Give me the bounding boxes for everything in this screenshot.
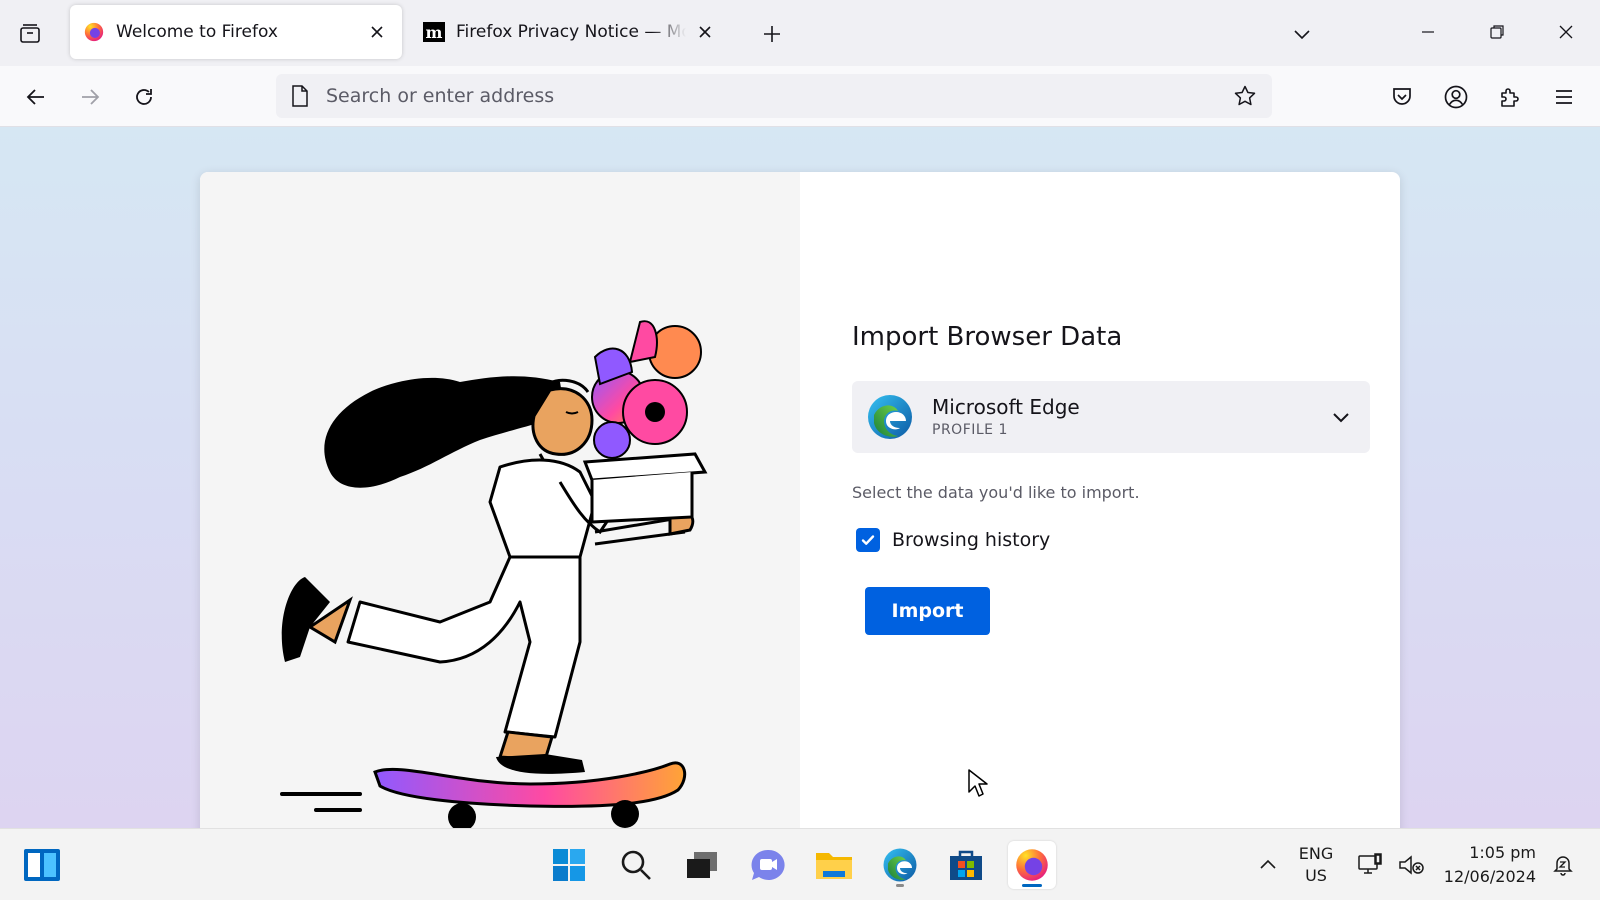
- girl-on-skateboard-illustration: [280, 320, 708, 828]
- svg-text:m: m: [426, 23, 443, 42]
- task-view-icon[interactable]: [678, 841, 726, 889]
- page-icon: [288, 84, 312, 108]
- taskbar: ENG US 1:05 pm 12/06/2024: [0, 828, 1600, 900]
- language-code: ENG: [1298, 844, 1334, 863]
- language-indicator[interactable]: ENG US: [1292, 829, 1340, 900]
- browsing-history-label: Browsing history: [892, 529, 1051, 551]
- notifications-icon[interactable]: [1546, 829, 1580, 900]
- browsing-history-checkbox[interactable]: [856, 528, 880, 552]
- browser-profile-select[interactable]: Microsoft Edge PROFILE 1: [852, 381, 1370, 453]
- restore-icon[interactable]: [1477, 14, 1517, 50]
- network-icon[interactable]: [1354, 829, 1388, 900]
- widgets-icon[interactable]: [18, 841, 66, 889]
- file-explorer-icon[interactable]: [810, 841, 858, 889]
- show-hidden-icons-chevron-up-icon[interactable]: [1252, 829, 1284, 900]
- url-bar[interactable]: [276, 74, 1272, 118]
- tab-privacy-notice[interactable]: m Firefox Privacy Notice — Mozilla: [410, 5, 730, 59]
- tab-welcome[interactable]: Welcome to Firefox: [70, 5, 402, 59]
- clock[interactable]: 1:05 pm 12/06/2024: [1436, 829, 1536, 900]
- close-window-icon[interactable]: [1546, 14, 1586, 50]
- running-indicator: [896, 884, 904, 887]
- minimize-icon[interactable]: [1408, 14, 1448, 50]
- firefox-taskbar-icon[interactable]: [1008, 841, 1056, 889]
- close-tab-icon[interactable]: [692, 19, 718, 45]
- tab-strip: Welcome to Firefox m Firefox Privacy Not…: [0, 0, 1600, 66]
- pocket-icon[interactable]: [1384, 79, 1420, 115]
- mouse-cursor-icon: [968, 769, 988, 797]
- store-icon[interactable]: [942, 841, 990, 889]
- import-button[interactable]: Import: [865, 587, 990, 635]
- volume-muted-icon[interactable]: [1394, 829, 1428, 900]
- time-text: 1:05 pm: [1469, 843, 1536, 862]
- list-tabs-chevron-icon[interactable]: [1286, 18, 1318, 50]
- bookmark-star-icon[interactable]: [1230, 81, 1260, 111]
- chevron-down-icon: [1326, 402, 1356, 432]
- selected-profile-name: PROFILE 1: [932, 422, 1008, 438]
- date-text: 12/06/2024: [1443, 867, 1536, 886]
- import-form-panel: Import Browser Data Microsoft Edge PROFI…: [800, 172, 1400, 828]
- windows-start-icon[interactable]: [545, 841, 593, 889]
- active-indicator: [1022, 884, 1042, 887]
- navigation-toolbar: [0, 66, 1600, 127]
- browsing-history-option[interactable]: Browsing history: [856, 528, 1050, 552]
- page-title: Import Browser Data: [852, 322, 1123, 352]
- menu-icon[interactable]: [1546, 79, 1582, 115]
- edge-icon[interactable]: [876, 841, 924, 889]
- reload-icon[interactable]: [126, 79, 162, 115]
- page-content: Import Browser Data Microsoft Edge PROFI…: [0, 127, 1600, 828]
- url-input[interactable]: [326, 85, 1230, 107]
- close-tab-icon[interactable]: [364, 19, 390, 45]
- tab-title: Firefox Privacy Notice — Mozilla: [456, 22, 686, 42]
- search-icon[interactable]: [612, 841, 660, 889]
- edge-logo-icon: [868, 395, 912, 439]
- account-icon[interactable]: [1438, 79, 1474, 115]
- mozilla-m-icon: m: [422, 20, 446, 44]
- firefox-icon: [82, 20, 106, 44]
- selected-browser-name: Microsoft Edge: [932, 395, 1080, 419]
- helper-text: Select the data you'd like to import.: [852, 483, 1140, 502]
- chat-icon[interactable]: [744, 841, 792, 889]
- new-tab-plus-icon[interactable]: [756, 18, 788, 50]
- forward-icon[interactable]: [72, 79, 108, 115]
- extensions-icon[interactable]: [1492, 79, 1528, 115]
- onboarding-card: Import Browser Data Microsoft Edge PROFI…: [200, 172, 1400, 828]
- tab-title: Welcome to Firefox: [116, 22, 278, 42]
- illustration-panel: [200, 172, 800, 828]
- firefox-view-icon[interactable]: [14, 18, 46, 50]
- keyboard-region: US: [1305, 866, 1327, 885]
- back-icon[interactable]: [18, 79, 54, 115]
